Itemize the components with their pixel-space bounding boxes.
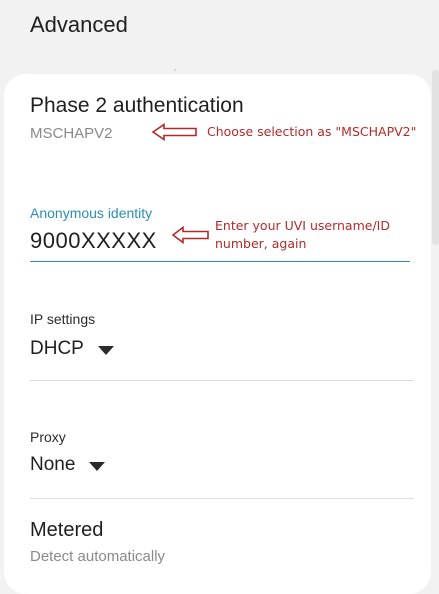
section-title-advanced: Advanced [30,12,128,37]
phase2-annotation: Choose selection as "MSCHAPV2" [207,124,417,139]
anonymous-identity-annotation-line2: number, again [215,236,307,251]
anonymous-identity-annotation-line1: Enter your UVI username/ID [215,218,390,233]
ip-settings-row[interactable]: IP settings DHCP [30,311,414,361]
proxy-value: None [30,454,76,475]
phase2-authentication-value: MSCHAPV2 [30,125,113,142]
divider [30,498,414,499]
caret-down-icon [89,461,106,471]
scrollbar[interactable] [432,70,439,245]
phase2-authentication-title: Phase 2 authentication [30,94,244,117]
anonymous-identity-underline [30,261,410,262]
anonymous-identity-input[interactable]: 9000XXXXX [30,228,157,254]
divider [30,380,414,381]
ip-settings-value: DHCP [30,338,84,359]
arrow-left-outline-icon [171,225,209,245]
metered-row[interactable]: Metered Detect automatically [30,519,414,569]
proxy-dropdown[interactable]: None [30,454,106,476]
arrow-left-outline-icon [151,122,197,142]
anonymous-identity-label: Anonymous identity [30,205,153,221]
ip-settings-label: IP settings [30,311,96,327]
metered-title: Metered [30,519,104,541]
metered-value: Detect automatically [30,548,166,565]
proxy-row[interactable]: Proxy None [30,429,414,479]
decorative-dot [174,69,176,71]
ip-settings-dropdown[interactable]: DHCP [30,338,114,360]
caret-down-icon [97,345,114,355]
proxy-label: Proxy [30,429,66,445]
